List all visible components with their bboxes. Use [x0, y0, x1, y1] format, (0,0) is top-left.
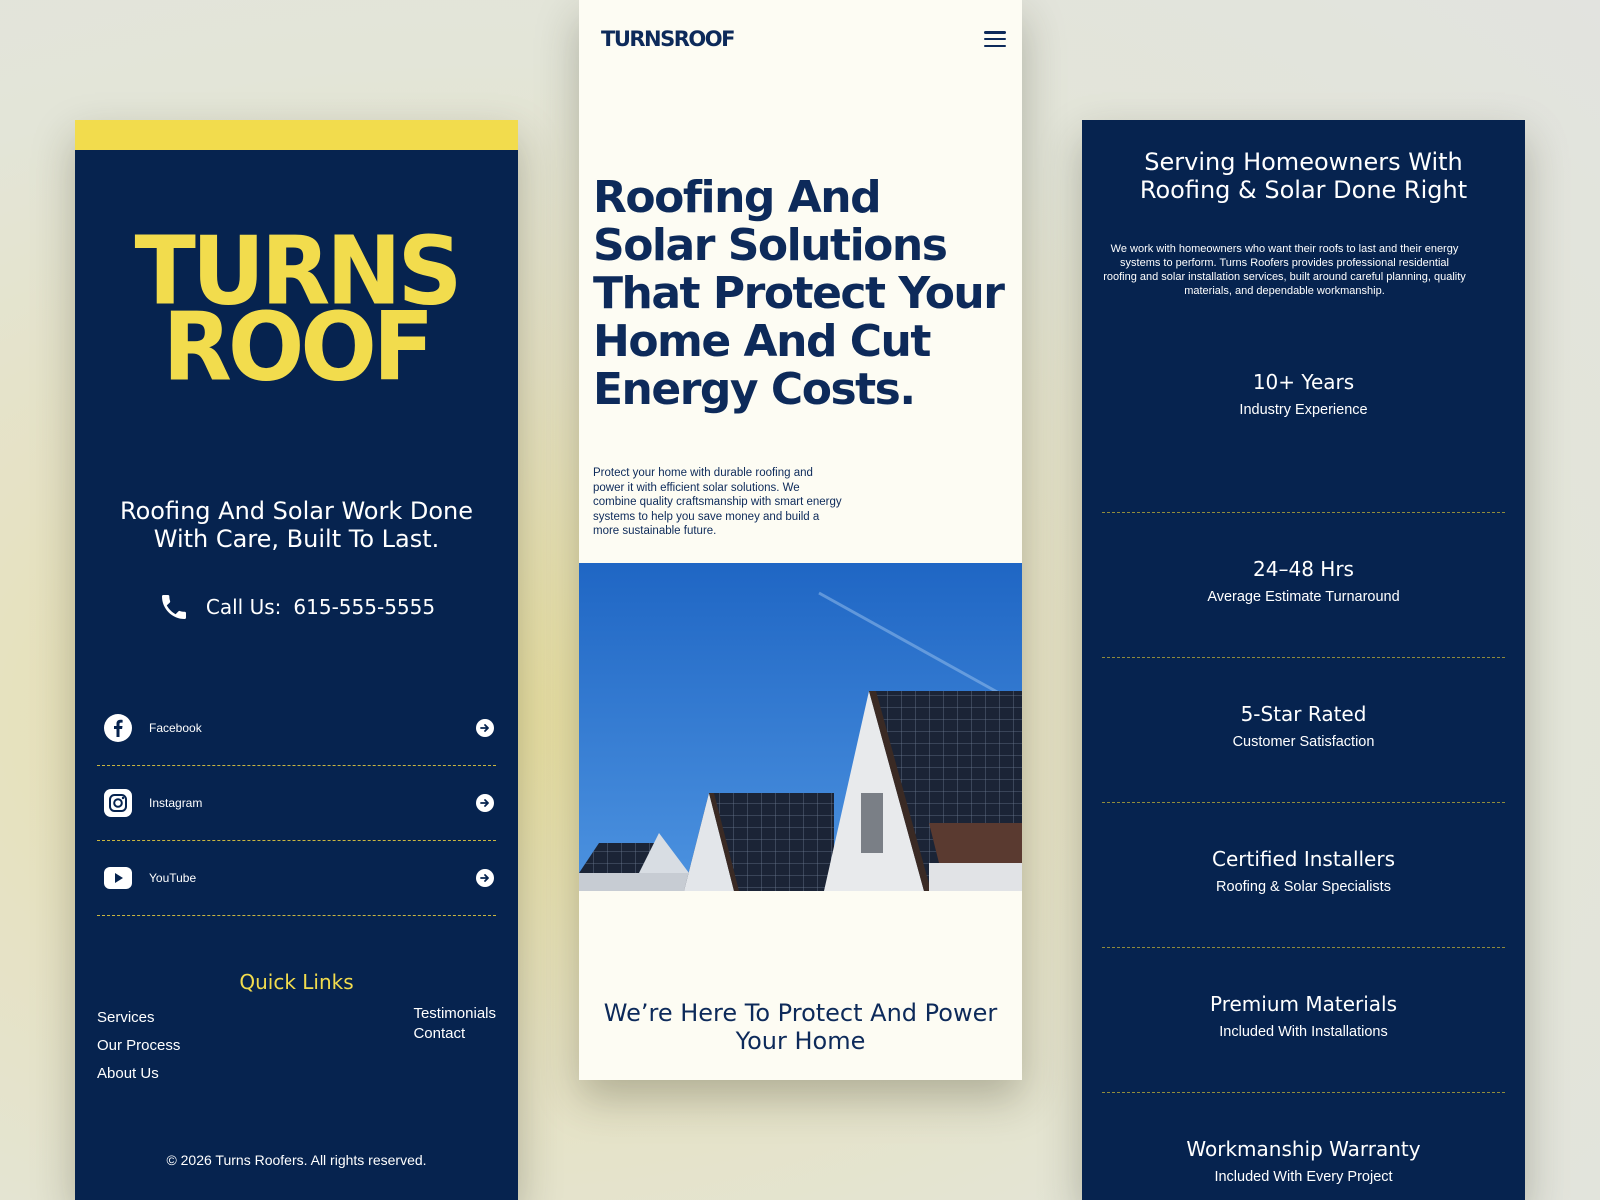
stat-item: 24–48 Hrs Average Estimate Turnaround [1102, 513, 1505, 658]
stat-item: Certified Installers Roofing & Solar Spe… [1102, 803, 1505, 948]
about-panel: Serving Homeowners With Roofing & Solar … [1082, 120, 1525, 1200]
social-label: Instagram [149, 796, 203, 810]
social-item-facebook[interactable]: Facebook [97, 691, 496, 766]
header: TURNSROOF [579, 0, 1022, 54]
instagram-icon [103, 788, 133, 818]
facebook-icon [103, 713, 133, 743]
accent-bar [75, 120, 518, 150]
stat-label: Average Estimate Turnaround [1207, 589, 1400, 605]
quick-links: Services Our Process About Us Testimonia… [97, 1004, 496, 1088]
footer-panel: TURNS ROOF Roofing And Solar Work Done W… [75, 120, 518, 1200]
youtube-icon [103, 863, 133, 893]
about-text: We work with homeowners who want their r… [1103, 243, 1466, 297]
stat-label: Customer Satisfaction [1232, 734, 1375, 750]
stat-value: 24–48 Hrs [1253, 557, 1354, 581]
arrow-right-icon [476, 719, 494, 737]
stat-label: Included With Installations [1219, 1024, 1388, 1040]
social-item-instagram[interactable]: Instagram [97, 766, 496, 841]
social-label: YouTube [149, 871, 197, 885]
call-us[interactable]: Call Us: 615-555-5555 [75, 591, 518, 623]
copyright: © 2026 Turns Roofers. All rights reserve… [166, 1152, 427, 1168]
quick-links-col-right: Testimonials Contact [413, 1004, 496, 1088]
social-item-youtube[interactable]: YouTube [97, 841, 496, 916]
quick-links-col-left: Services Our Process About Us [97, 1004, 180, 1088]
stat-item: Premium Materials Included With Installa… [1102, 948, 1505, 1093]
call-label: Call Us: [205, 595, 282, 619]
quick-link-contact[interactable]: Contact [413, 1024, 496, 1044]
stat-value: 10+ Years [1252, 370, 1355, 394]
hero-description: Protect your home with durable roofing a… [593, 467, 842, 537]
stats-list: 10+ Years Industry Experience 24–48 Hrs … [1102, 368, 1505, 1200]
stat-value: Certified Installers [1212, 847, 1395, 871]
quick-links-title: Quick Links [239, 970, 354, 994]
arrow-right-icon [476, 869, 494, 887]
quick-link-about-us[interactable]: About Us [97, 1060, 180, 1088]
header-logo[interactable]: TURNSROOF [601, 27, 735, 51]
phone-number[interactable]: 615-555-5555 [293, 595, 435, 619]
stat-value: Premium Materials [1209, 992, 1398, 1016]
stat-label: Roofing & Solar Specialists [1216, 879, 1391, 895]
hero-panel: TURNSROOF Roofing And Solar Solutions Th… [579, 0, 1022, 1080]
tagline: Roofing And Solar Work Done With Care, B… [120, 497, 473, 553]
section-heading: We’re Here To Protect And Power Your Hom… [603, 998, 998, 1055]
brand-logo[interactable]: TURNS ROOF [75, 224, 518, 403]
stat-label: Included With Every Project [1214, 1169, 1393, 1185]
stat-item: Workmanship Warranty Included With Every… [1102, 1093, 1505, 1200]
stat-value: Workmanship Warranty [1186, 1137, 1421, 1161]
logo-line-2: ROOF [162, 292, 435, 403]
solar-roof-image [579, 562, 1022, 891]
arrow-right-icon [476, 794, 494, 812]
stat-label: Industry Experience [1239, 402, 1368, 418]
about-title: Serving Homeowners With Roofing & Solar … [1139, 148, 1468, 204]
phone-icon [161, 595, 186, 619]
quick-link-testimonials[interactable]: Testimonials [413, 1004, 496, 1024]
social-links: Facebook Instagram YouTube [97, 691, 496, 916]
social-label: Facebook [149, 721, 202, 735]
quick-link-services[interactable]: Services [97, 1004, 180, 1032]
hamburger-icon[interactable] [984, 31, 1006, 47]
stat-item: 5-Star Rated Customer Satisfaction [1102, 658, 1505, 803]
hero-title: Roofing And Solar Solutions That Protect… [593, 172, 1005, 415]
quick-link-our-process[interactable]: Our Process [97, 1032, 180, 1060]
stat-item: 10+ Years Industry Experience [1102, 368, 1505, 513]
stat-value: 5-Star Rated [1240, 702, 1367, 726]
